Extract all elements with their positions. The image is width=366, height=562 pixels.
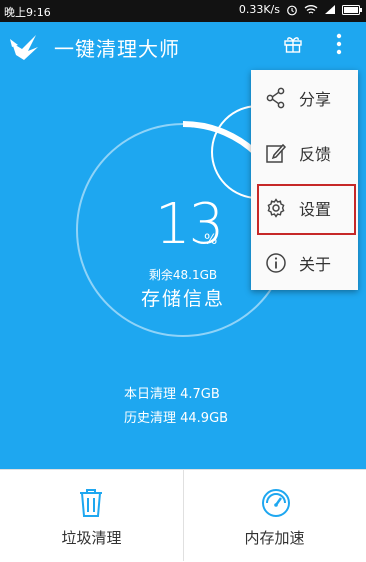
- menu-item-share[interactable]: 分享: [251, 70, 358, 125]
- menu-item-feedback[interactable]: 反馈: [251, 125, 358, 180]
- menu-item-label: 关于: [299, 254, 332, 274]
- history-cleaned: 历史清理 44.9GB: [124, 411, 229, 426]
- menu-item-about[interactable]: 关于: [251, 235, 358, 290]
- tab-label: 内存加速: [244, 529, 305, 547]
- settings-highlight-box: [257, 184, 356, 235]
- share-icon: [266, 87, 285, 108]
- today-cleaned: 本日清理 4.7GB: [124, 387, 220, 402]
- menu-item-label: 反馈: [299, 144, 332, 164]
- speedometer-icon: [262, 489, 290, 517]
- tab-memory-boost[interactable]: 内存加速: [183, 469, 366, 561]
- info-icon: [266, 252, 286, 273]
- trash-icon: [80, 489, 102, 517]
- storage-ring-progress: [182, 121, 263, 160]
- menu-item-label: 分享: [299, 89, 332, 109]
- storage-percent-sign: %: [204, 232, 218, 248]
- tab-junk-clean[interactable]: 垃圾清理: [0, 469, 183, 561]
- overflow-menu: 分享 反馈 设置 关于: [251, 70, 358, 290]
- feedback-icon: [266, 143, 287, 163]
- tab-label: 垃圾清理: [61, 529, 122, 547]
